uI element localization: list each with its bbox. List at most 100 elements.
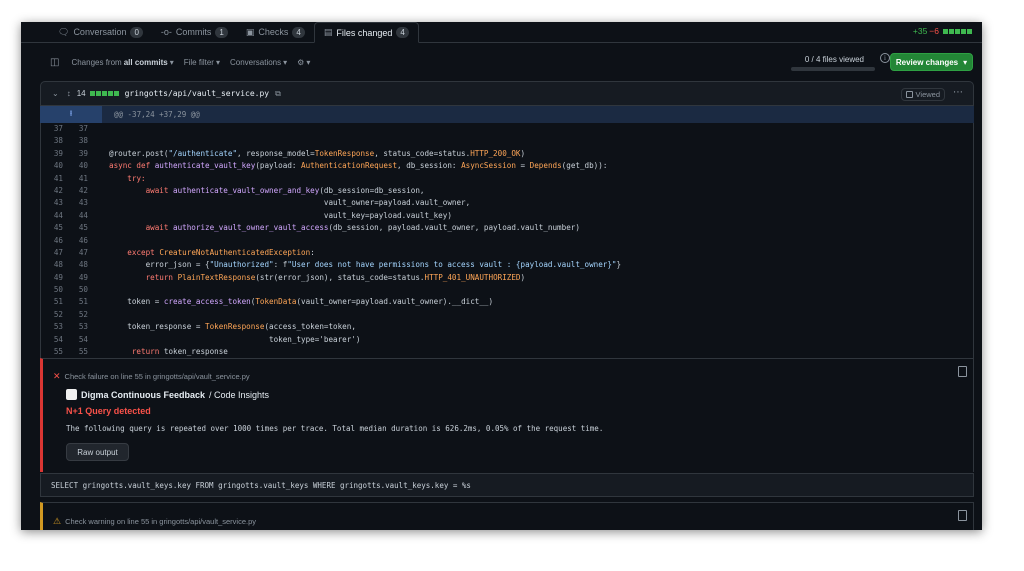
code-text: vault_key=payload.vault_key): [109, 210, 452, 220]
old-line-number[interactable]: 40: [41, 160, 63, 172]
old-line-number[interactable]: 45: [41, 222, 63, 234]
new-line-number[interactable]: 54: [66, 334, 88, 346]
old-line-number[interactable]: 53: [41, 321, 63, 333]
old-line-number[interactable]: 43: [41, 197, 63, 209]
deletions-count: −6: [929, 26, 939, 36]
more-options-icon[interactable]: ⋯: [953, 87, 964, 98]
new-line-number[interactable]: 43: [66, 197, 88, 209]
new-line-number[interactable]: 48: [66, 259, 88, 271]
code-line: 48 48 error_json = {"Unauthorized": f"Use…: [41, 259, 973, 271]
code-text: await authorize_vault_owner_vault_access…: [145, 223, 580, 233]
old-line-number[interactable]: 42: [41, 185, 63, 197]
check-app: Digma Continuous Feedback / Code Insight…: [66, 389, 269, 400]
new-line-number[interactable]: 49: [66, 272, 88, 284]
tab-conversation[interactable]: 🗨︎ Conversation 0: [49, 22, 152, 42]
code-line: 49 49 return PlainTextResponse(str(error_…: [41, 272, 973, 284]
changes-from-dropdown[interactable]: Changes from all commits ▾: [71, 58, 173, 67]
tab-counter: 4: [396, 27, 409, 38]
new-line-number[interactable]: 47: [66, 247, 88, 259]
file-tree-toggle-icon[interactable]: ◫: [50, 57, 59, 68]
pr-tabs: 🗨︎ Conversation 0 -o- Commits 1 ▣ Checks…: [21, 22, 982, 43]
new-line-number[interactable]: 42: [66, 185, 88, 197]
conversations-dropdown[interactable]: Conversations ▾: [230, 58, 287, 67]
old-line-number[interactable]: 51: [41, 296, 63, 308]
tab-files-changed[interactable]: ▤ Files changed 4: [313, 22, 419, 43]
old-line-number[interactable]: 39: [41, 148, 63, 160]
pull-request-window: 🗨︎ Conversation 0 -o- Commits 1 ▣ Checks…: [21, 22, 982, 530]
settings-dropdown[interactable]: ⚙ ▾: [297, 58, 310, 67]
old-line-number[interactable]: 41: [41, 173, 63, 185]
code-text: token_response = TokenResponse(access_to…: [109, 322, 356, 332]
review-changes-button[interactable]: Review changes ▾: [890, 53, 973, 71]
raw-output-button[interactable]: Raw output: [66, 443, 129, 461]
changes-prefix: Changes from: [71, 57, 122, 67]
code-line: 52 52: [41, 309, 973, 321]
new-line-number[interactable]: 46: [66, 235, 88, 247]
changes-value: all commits: [123, 57, 168, 67]
new-line-number[interactable]: 53: [66, 321, 88, 333]
new-line-number[interactable]: 39: [66, 148, 88, 160]
tab-label: Files changed: [336, 27, 393, 38]
old-line-number[interactable]: 52: [41, 309, 63, 321]
check-failure-heading: Check failure on line 55 in gringotts/ap…: [64, 372, 250, 381]
tab-counter: 1: [215, 26, 228, 38]
code-line: 51 51 token = create_access_token(TokenDa…: [41, 296, 973, 308]
new-line-number[interactable]: 52: [66, 309, 88, 321]
copy-icon[interactable]: ⧉: [275, 89, 281, 99]
code-text: token_type='bearer'): [109, 334, 361, 344]
old-line-number[interactable]: 50: [41, 284, 63, 296]
old-line-number[interactable]: 44: [41, 210, 63, 222]
new-line-number[interactable]: 41: [66, 173, 88, 185]
warning-icon: ⚠: [53, 516, 62, 526]
old-line-number[interactable]: 38: [41, 135, 63, 147]
x-icon: ✕: [53, 371, 61, 381]
files-viewed-count: 0 / 4 files viewed: [804, 55, 864, 64]
file-changed-lines: 14: [76, 89, 86, 98]
code-text: error_json = {"Unauthorized": f"User doe…: [109, 260, 622, 270]
new-line-number[interactable]: 37: [66, 123, 88, 135]
new-line-number[interactable]: 40: [66, 160, 88, 172]
file-diffstat-blocks: [89, 91, 119, 96]
check-failure-annotation: ✕ Check failure on line 55 in gringotts/…: [40, 358, 974, 472]
code-line: 53 53 token_response = TokenResponse(acce…: [41, 321, 973, 333]
old-line-number[interactable]: 37: [41, 123, 63, 135]
code-text: except CreatureNotAuthenticatedException…: [127, 247, 315, 257]
tab-commits[interactable]: -o- Commits 1: [152, 22, 237, 42]
new-line-number[interactable]: 50: [66, 284, 88, 296]
viewed-checkbox[interactable]: Viewed: [900, 88, 945, 101]
code-text: return PlainTextResponse(str(error_json)…: [145, 272, 526, 282]
new-line-number[interactable]: 55: [66, 346, 88, 358]
code-diff: 37 37 38 38 39 39 @router.post("/authenticat…: [40, 123, 974, 358]
annotation-menu-icon[interactable]: [958, 366, 967, 377]
old-line-number[interactable]: 46: [41, 235, 63, 247]
old-line-number[interactable]: 48: [41, 259, 63, 271]
tab-checks[interactable]: ▣ Checks 4: [237, 22, 314, 42]
tab-counter: 4: [292, 26, 305, 38]
code-line: 43 43 vault_owner=payload.vault_owner,: [41, 197, 973, 209]
conversations-label: Conversations: [229, 57, 282, 67]
old-line-number[interactable]: 47: [41, 247, 63, 259]
new-line-number[interactable]: 51: [66, 296, 88, 308]
collapse-chevron-icon[interactable]: ⌄: [52, 89, 59, 98]
conversation-icon: 🗨︎: [58, 26, 70, 37]
check-app-suffix: / Code Insights: [209, 389, 270, 400]
digma-logo-icon: [66, 389, 77, 400]
file-filter-dropdown[interactable]: File filter ▾: [184, 58, 220, 67]
old-line-number[interactable]: 54: [41, 334, 63, 346]
expand-all-icon[interactable]: ↕: [67, 89, 71, 98]
old-line-number[interactable]: 49: [41, 272, 63, 284]
new-line-number[interactable]: 38: [66, 135, 88, 147]
hunk-header: ⭱ @@ -37,24 +37,29 @@: [40, 106, 974, 123]
new-line-number[interactable]: 45: [66, 222, 88, 234]
code-text: return token_response: [131, 347, 228, 357]
code-text: await authenticate_vault_owner_and_key(d…: [145, 185, 425, 195]
annotation-menu-icon[interactable]: [958, 510, 967, 521]
info-icon[interactable]: i: [880, 53, 890, 63]
old-line-number[interactable]: 55: [41, 346, 63, 358]
code-line: 54 54 token_type='bearer'): [41, 334, 973, 346]
diffstat: +35 −6: [913, 26, 972, 36]
expand-up-icon[interactable]: ⭱: [40, 106, 102, 123]
new-line-number[interactable]: 44: [66, 210, 88, 222]
code-text: try:: [127, 173, 146, 183]
file-path[interactable]: gringotts/api/vault_service.py: [125, 89, 270, 98]
